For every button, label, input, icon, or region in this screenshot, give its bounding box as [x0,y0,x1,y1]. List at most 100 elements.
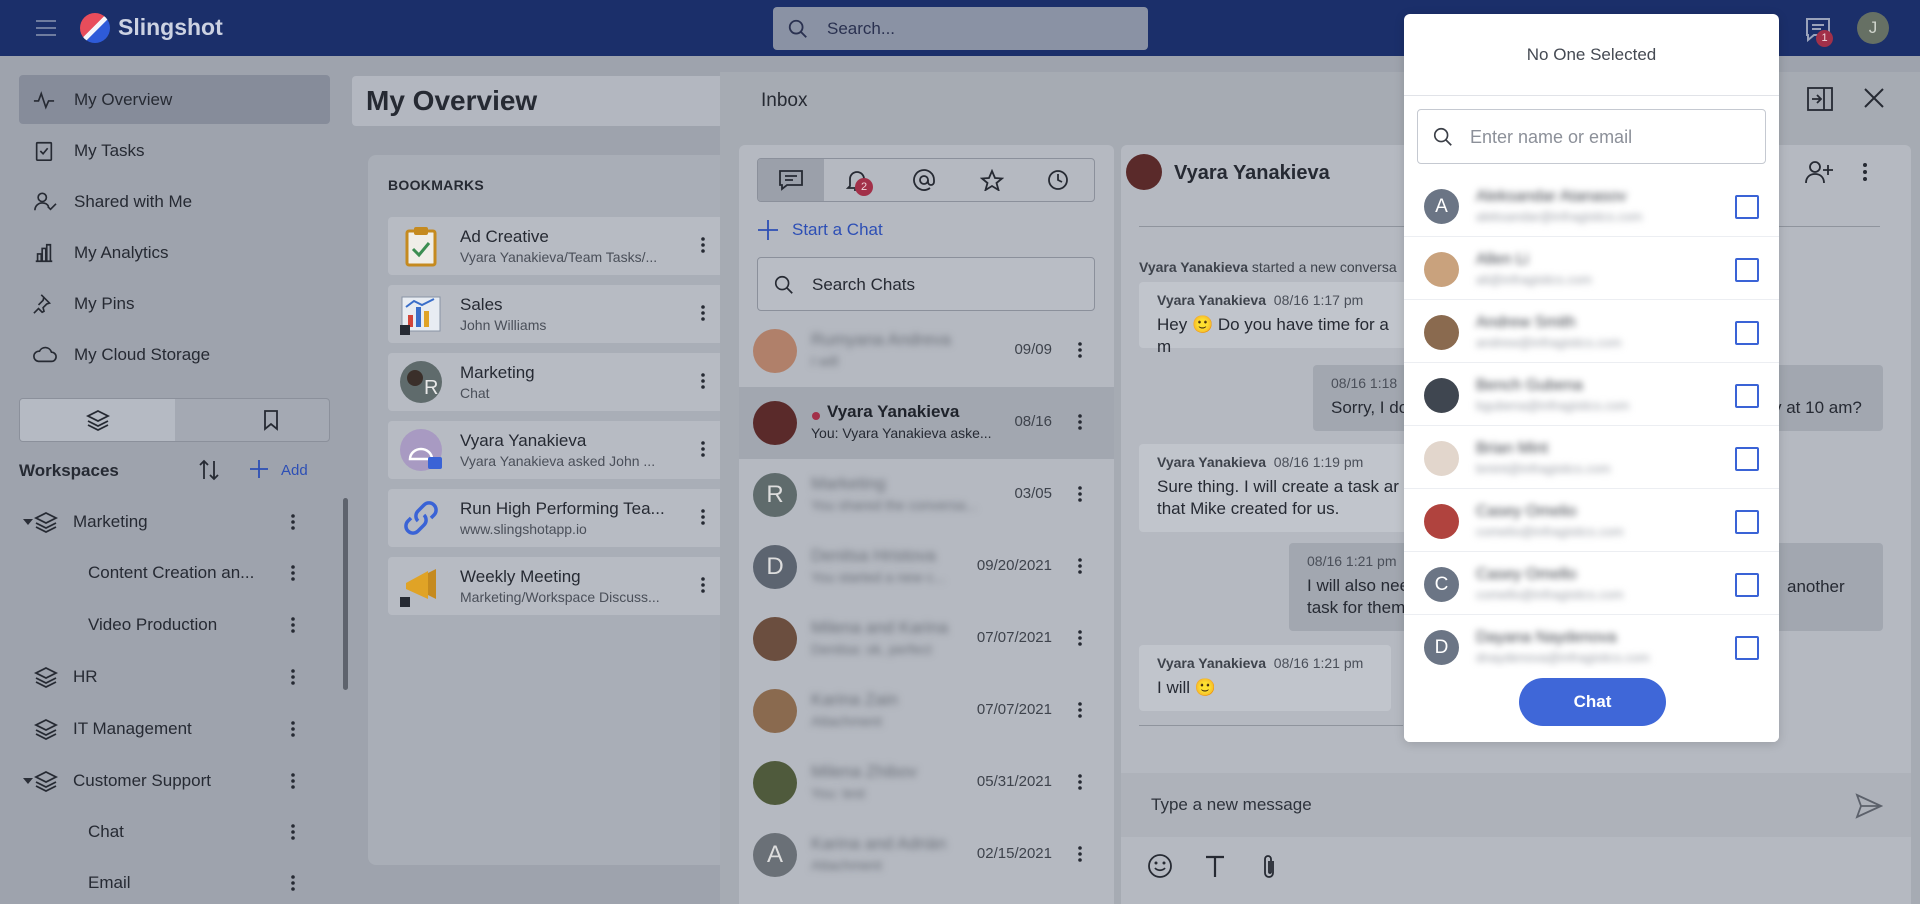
person-checkbox[interactable] [1735,258,1759,282]
more-vertical-icon[interactable] [290,823,296,841]
more-vertical-icon[interactable] [1077,773,1083,791]
add-user-icon[interactable] [1804,159,1834,185]
person-checkbox[interactable] [1735,636,1759,660]
more-vertical-icon[interactable] [700,304,706,322]
add-workspace-plus-icon[interactable] [249,459,269,479]
more-vertical-icon[interactable] [1077,845,1083,863]
more-vertical-icon[interactable] [700,508,706,526]
close-icon[interactable] [1862,86,1886,110]
start-chat-button[interactable]: Start a Chat [792,220,883,240]
nav-item-my-tasks[interactable]: My Tasks [19,126,330,175]
workspace-item-email[interactable]: Email [0,860,330,904]
more-vertical-icon[interactable] [700,440,706,458]
person-checkbox[interactable] [1735,447,1759,471]
bookmark-item[interactable]: Run High Performing Tea... www.slingshot… [388,489,728,547]
more-vertical-icon[interactable] [290,564,296,582]
bookmark-item[interactable]: R Marketing Chat [388,353,728,411]
chat-list-item[interactable]: Karina Zain Attachment 07/07/2021 [739,675,1114,747]
person-email: andrew@infragistics.com [1476,335,1622,350]
plus-icon[interactable] [757,219,779,241]
person-item[interactable]: C Casey Omello comello@infragistics.com [1404,552,1779,615]
message-composer[interactable]: Type a new message [1121,773,1911,837]
workspace-item-customer-support[interactable]: Customer Support [0,758,330,804]
nav-item-my-pins[interactable]: My Pins [19,279,330,328]
slingshot-logo[interactable] [80,13,110,43]
more-vertical-icon[interactable] [700,372,706,390]
person-item[interactable]: Brian Mint bmint@infragistics.com [1404,426,1779,489]
workspace-item-content-creation[interactable]: Content Creation an... [0,550,330,596]
nav-item-my-overview[interactable]: My Overview [19,75,330,124]
dock-panel-icon[interactable] [1806,86,1834,112]
chat-list-item[interactable]: D Denitsa Hristova You started a new c..… [739,531,1114,603]
bookmark-item[interactable]: Vyara Yanakieva Vyara Yanakieva asked Jo… [388,421,728,479]
person-item[interactable]: Bench Gubena bgubena@infragistics.com [1404,363,1779,426]
bookmark-item[interactable]: Sales John Williams [388,285,728,343]
expand-caret-icon[interactable] [23,519,33,525]
sidebar-scrollbar[interactable] [343,498,348,690]
person-item[interactable]: Allen Li ali@infragistics.com [1404,237,1779,300]
add-workspace-button[interactable]: Add [281,462,308,479]
send-icon[interactable] [1855,793,1883,819]
recipient-search-input[interactable] [1470,122,1750,152]
person-checkbox[interactable] [1735,510,1759,534]
workspace-item-chat[interactable]: Chat [0,809,330,855]
more-vertical-icon[interactable] [1077,701,1083,719]
chat-list-item[interactable]: Milena Zhibov You: test 05/31/2021 [739,747,1114,819]
chat-list-item[interactable]: Milena and Karina Denitsa: ok, perfect 0… [739,603,1114,675]
bookmark-item[interactable]: Weekly Meeting Marketing/Workspace Discu… [388,557,728,615]
chat-date: 03/05 [1014,485,1052,502]
nav-item-my-analytics[interactable]: My Analytics [19,228,330,277]
chat-list-item[interactable]: R Marketing You shared the conversa... 0… [739,459,1114,531]
recipient-search-field[interactable] [1417,109,1766,164]
bookmark-icon[interactable] [262,409,280,431]
bookmark-item[interactable]: Ad Creative Vyara Yanakieva/Team Tasks/.… [388,217,728,275]
more-vertical-icon[interactable] [1077,485,1083,503]
person-item[interactable]: Andrew Smith andrew@infragistics.com [1404,300,1779,363]
more-vertical-icon[interactable] [1077,341,1083,359]
more-vertical-icon[interactable] [290,720,296,738]
chat-date: 02/15/2021 [976,845,1052,862]
search-chats-input[interactable]: Search Chats [757,257,1095,311]
chat-list-item[interactable]: Rumyana Andreva I will 09/09 [739,315,1114,387]
global-search[interactable]: Search... [773,7,1148,50]
workspace-item-video-production[interactable]: Video Production [0,602,330,648]
workspace-item-marketing[interactable]: Marketing [0,499,330,545]
hamburger-menu-icon[interactable] [34,16,58,40]
chat-name: Marketing [811,474,886,493]
workspace-item-it-management[interactable]: IT Management [0,706,330,752]
nav-item-shared-with-me[interactable]: Shared with Me [19,177,330,226]
at-sign-icon[interactable] [913,169,935,191]
clock-icon[interactable] [1047,169,1069,191]
person-item[interactable]: Casey Omelio comelio@infragistics.com [1404,489,1779,552]
text-format-icon[interactable] [1204,853,1226,879]
more-vertical-icon[interactable] [700,576,706,594]
chat-button[interactable]: Chat [1519,678,1666,726]
person-checkbox[interactable] [1735,321,1759,345]
person-checkbox[interactable] [1735,195,1759,219]
more-vertical-icon[interactable] [290,668,296,686]
more-vertical-icon[interactable] [700,236,706,254]
person-checkbox[interactable] [1735,573,1759,597]
workspace-item-hr[interactable]: HR [0,654,330,700]
more-vertical-icon[interactable] [290,874,296,892]
user-avatar[interactable]: J [1857,12,1889,44]
chat-list-item[interactable]: A Karina and Adrián Attachment 02/15/202… [739,819,1114,891]
person-avatar: D [1424,630,1459,665]
sort-icon[interactable] [197,458,221,482]
more-vertical-icon[interactable] [290,772,296,790]
more-vertical-icon[interactable] [1077,629,1083,647]
more-vertical-icon[interactable] [290,513,296,531]
person-checkbox[interactable] [1735,384,1759,408]
more-vertical-icon[interactable] [1077,557,1083,575]
more-vertical-icon[interactable] [290,616,296,634]
paperclip-icon[interactable] [1259,853,1279,881]
more-vertical-icon[interactable] [1862,162,1868,182]
person-item[interactable]: A Aleksandar Atanasov aleksandar@infragi… [1404,174,1779,237]
more-vertical-icon[interactable] [1077,413,1083,431]
chat-list-item-selected[interactable]: Vyara Yanakieva You: Vyara Yanakieva ask… [739,387,1114,459]
emoji-icon[interactable] [1147,853,1173,879]
conversation-title: Vyara Yanakieva [1174,162,1330,184]
star-icon[interactable] [980,169,1004,191]
nav-item-my-cloud-storage[interactable]: My Cloud Storage [19,330,330,379]
expand-caret-icon[interactable] [23,778,33,784]
